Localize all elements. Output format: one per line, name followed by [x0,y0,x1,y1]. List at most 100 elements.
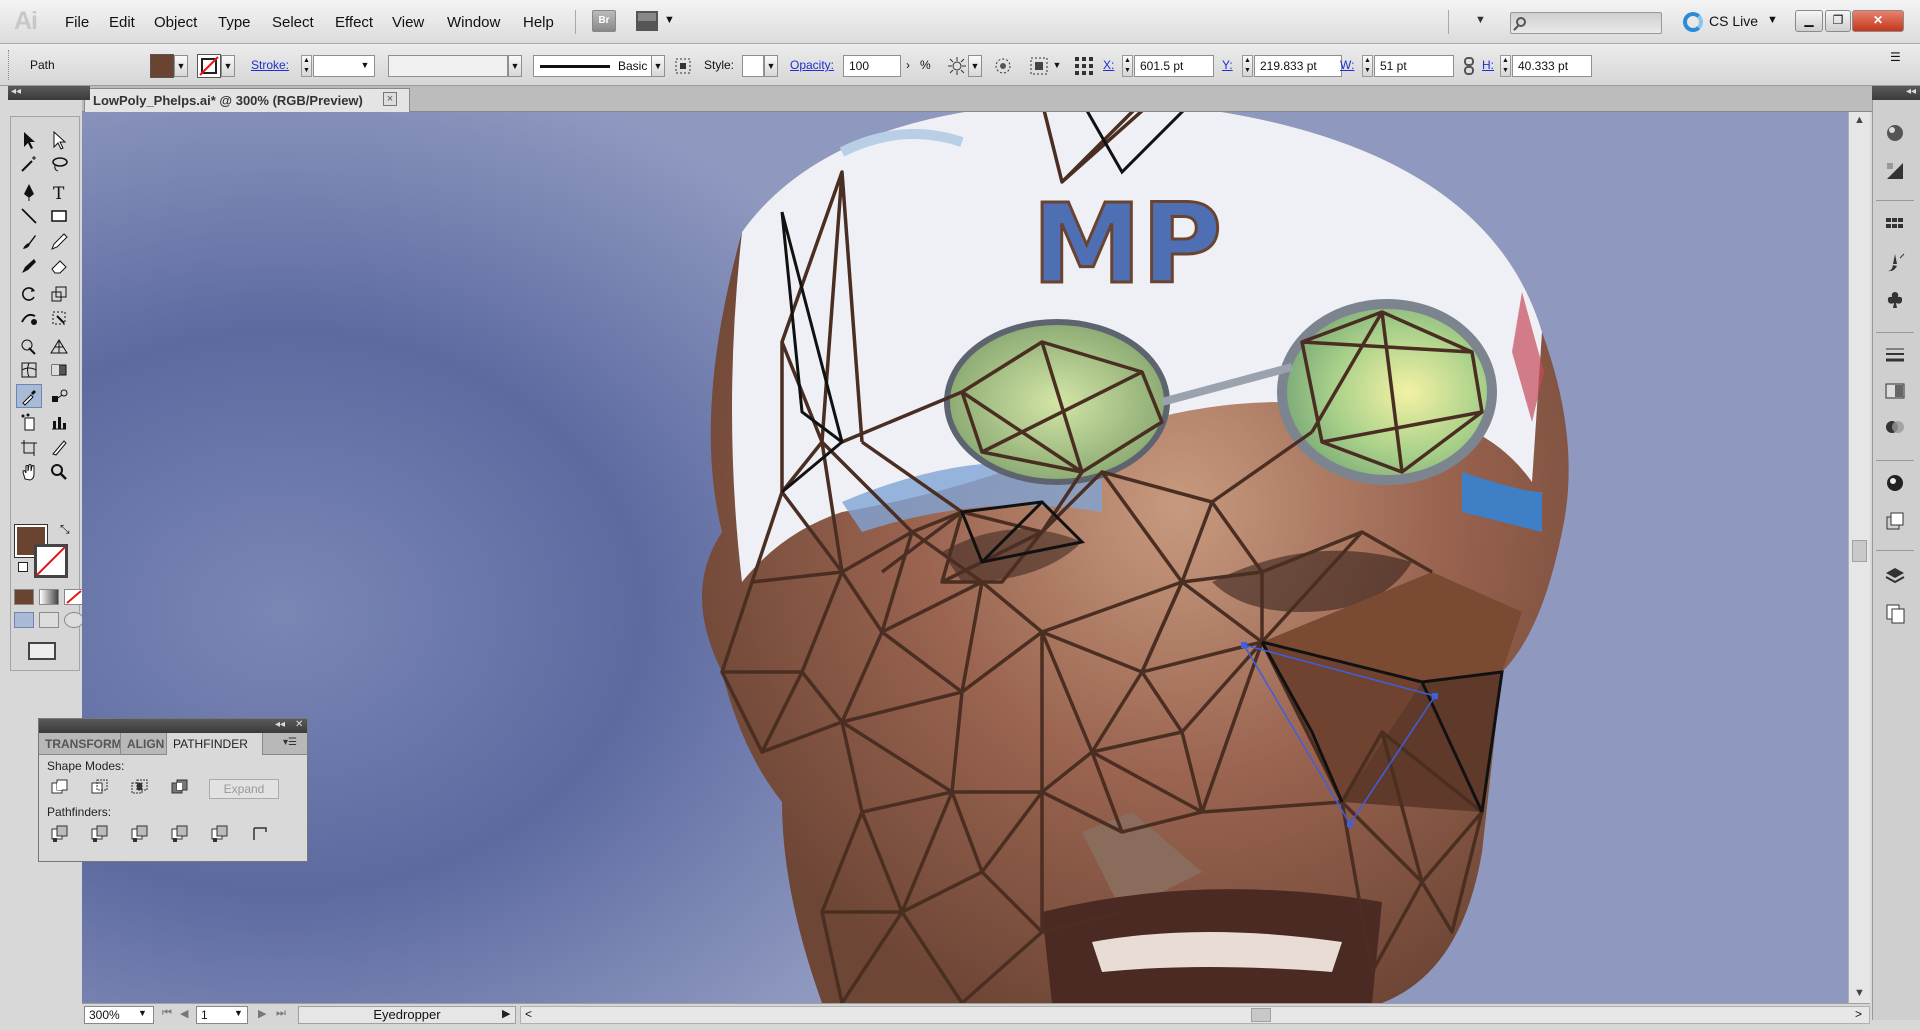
x-spinner[interactable]: ▲ ▼ [1122,55,1133,77]
tab-align[interactable]: ALIGN [121,733,167,755]
toolbar-grip[interactable]: ◂◂ [8,86,90,100]
scroll-right-icon[interactable]: > [1855,1007,1862,1021]
hand-tool[interactable] [16,460,42,484]
document-tab[interactable]: LowPoly_Phelps.ai* @ 300% (RGB/Preview) [84,88,410,112]
stroke-panel[interactable] [1880,342,1910,368]
symbol-sprayer-tool[interactable] [16,410,42,434]
menu-type[interactable]: Type [218,14,251,31]
anchor-point[interactable] [1241,642,1247,648]
last-artboard-icon[interactable]: ⏭ [276,1007,286,1020]
w-spinner[interactable]: ▲ ▼ [1362,55,1373,77]
brushes-panel[interactable] [1880,250,1910,276]
eyedropper-tool[interactable] [16,384,42,408]
swap-fill-stroke-icon[interactable]: ⤡ [60,522,70,537]
variable-width-dropdown[interactable]: ▼ [508,55,522,77]
y-label[interactable]: Y: [1222,58,1233,72]
collapse-icon[interactable]: ◂◂ [11,86,21,97]
none-mode-button[interactable] [64,589,84,605]
divide-button[interactable] [49,823,71,845]
x-label[interactable]: X: [1103,58,1114,72]
trim-button[interactable] [89,823,111,845]
w-label[interactable]: W: [1340,58,1354,72]
blob-brush-tool[interactable] [16,254,42,278]
y-spinner[interactable]: ▲ ▼ [1242,55,1253,77]
tab-pathfinder[interactable]: PATHFINDER [167,733,263,755]
collapse-panel-icon[interactable]: ◂◂ [275,719,285,730]
symbols-panel[interactable] [1880,286,1910,312]
anchor-point[interactable] [1432,693,1438,699]
stroke-panel-link[interactable]: Stroke: [251,58,289,72]
minus-back-button[interactable] [249,823,271,845]
vertical-scrollbar[interactable]: ▲ ▼ [1848,112,1870,1003]
stroke-color-box[interactable] [34,544,68,578]
transparency-panel[interactable] [1880,414,1910,440]
blend-tool[interactable] [46,384,72,408]
cs-live-label[interactable]: CS Live [1709,13,1758,29]
stroke-color-swatch[interactable] [197,54,221,78]
minus-front-button[interactable] [89,777,111,799]
first-artboard-icon[interactable]: ⏮ [162,1007,172,1020]
swatches-panel[interactable] [1880,212,1910,238]
recolor-artwork-button[interactable] [946,55,968,77]
stroke-weight-spinner[interactable]: ▲ ▼ [301,55,312,77]
minimize-button[interactable]: ▁ [1795,10,1823,32]
close-document-button[interactable]: × [383,92,397,106]
warp-tool[interactable] [16,306,42,330]
zoom-tool[interactable] [46,460,72,484]
draw-normal-button[interactable] [14,612,34,628]
default-colors-icon[interactable] [18,562,28,572]
brush-options-button[interactable] [672,55,694,77]
pencil-tool[interactable] [46,230,72,254]
free-transform-tool[interactable] [46,306,72,330]
maximize-button[interactable]: ❐ [1825,10,1851,32]
panel-title-bar[interactable]: ◂◂ ✕ [39,719,307,733]
exclude-button[interactable] [169,777,191,799]
artboard-tool[interactable] [16,436,42,460]
eraser-tool[interactable] [46,254,72,278]
pen-tool[interactable] [16,180,42,204]
next-artboard-icon[interactable]: ▶ [258,1007,266,1020]
selection-tool[interactable] [16,128,42,152]
stroke-dropdown[interactable]: ▼ [221,55,235,77]
color-mode-button[interactable] [14,589,34,605]
color-guide-panel[interactable] [1880,158,1910,184]
chevron-down-icon[interactable]: ▼ [234,1008,243,1018]
gradient-panel[interactable] [1880,378,1910,404]
magic-wand-tool[interactable] [16,152,42,176]
opacity-panel-link[interactable]: Opacity: [790,58,834,72]
w-field[interactable]: 51 pt [1374,55,1454,77]
shape-builder-tool[interactable] [16,334,42,358]
line-segment-tool[interactable] [16,204,42,228]
help-search-input[interactable] [1510,12,1662,34]
expand-button[interactable]: Expand [209,779,279,799]
paintbrush-tool[interactable] [16,230,42,254]
color-panel[interactable] [1880,120,1910,146]
fill-dropdown[interactable]: ▼ [174,55,188,77]
h-spinner[interactable]: ▲ ▼ [1500,55,1511,77]
draw-behind-button[interactable] [39,612,59,628]
gradient-mode-button[interactable] [39,589,59,605]
horizontal-scrollbar[interactable]: < > [520,1006,1870,1024]
menu-effect[interactable]: Effect [335,14,373,31]
vertical-scroll-thumb[interactable] [1852,540,1867,562]
h-label[interactable]: H: [1482,58,1494,72]
scroll-up-icon[interactable]: ▲ [1854,114,1865,126]
menu-view[interactable]: View [392,14,424,31]
graphic-style-swatch[interactable] [742,55,764,77]
align-to-button[interactable] [1028,55,1050,77]
graphic-style-dropdown[interactable]: ▼ [764,55,778,77]
chevron-down-icon[interactable]: ▼ [1767,14,1778,26]
current-tool-status[interactable]: Eyedropper [298,1006,516,1024]
brush-definition-field[interactable]: Basic [533,55,657,77]
lasso-tool[interactable] [46,152,72,176]
artboards-panel[interactable] [1880,600,1910,626]
control-bar-grip[interactable] [8,50,11,80]
merge-button[interactable] [129,823,151,845]
unite-button[interactable] [49,777,71,799]
panel-menu-icon[interactable]: ▾☰ [283,737,297,748]
crop-button[interactable] [169,823,191,845]
opacity-field[interactable]: 100 [843,55,901,77]
arrange-documents-button[interactable]: ▼ [636,11,675,33]
fill-color-swatch[interactable] [150,54,174,78]
type-tool[interactable]: T [46,180,72,204]
